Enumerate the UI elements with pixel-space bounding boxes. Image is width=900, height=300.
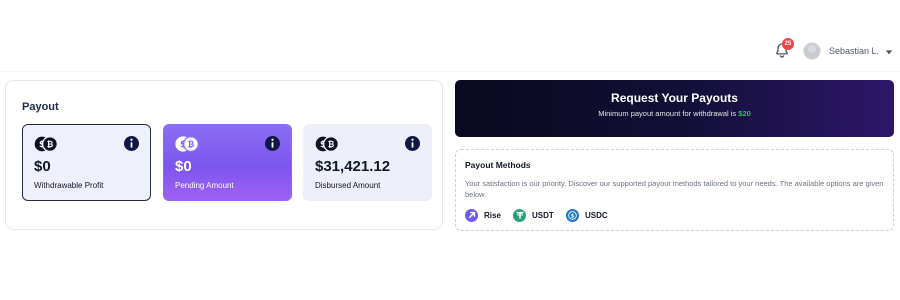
pending-amount: $0 — [175, 158, 192, 175]
disbursed-amount-card[interactable]: $ ₿ $31,421.12 Disbursed Amount — [303, 124, 432, 201]
coins-icon: $ ₿ — [315, 136, 339, 152]
disbursed-amount: $31,421.12 — [315, 158, 391, 175]
info-icon[interactable] — [265, 136, 280, 151]
usdc-icon: $ — [566, 208, 579, 222]
svg-text:₿: ₿ — [47, 140, 54, 149]
payout-method-usdc[interactable]: $ USDC — [566, 208, 608, 222]
payout-method-rise[interactable]: Rise — [465, 208, 501, 222]
info-icon[interactable] — [405, 136, 420, 151]
withdrawable-amount: $0 — [34, 158, 51, 175]
info-icon[interactable] — [124, 136, 139, 151]
payout-method-label: USDC — [585, 210, 608, 220]
svg-text:$: $ — [571, 213, 575, 219]
minimum-payout-text: Minimum payout amount for withdrawal is — [598, 109, 737, 118]
payout-methods-title: Payout Methods — [465, 160, 531, 170]
notification-badge: 25 — [782, 38, 794, 50]
payout-panel: Payout $ ₿ $0 Withdrawable Profit $ ₿ $0… — [5, 80, 443, 230]
payout-methods-description: Your satisfaction is our priority. Disco… — [465, 179, 884, 200]
payout-method-label: USDT — [532, 210, 554, 220]
top-header: 25 Sebastian L. — [0, 0, 900, 72]
pending-label: Pending Amount — [175, 181, 234, 190]
usdt-icon — [513, 208, 526, 222]
payout-method-usdt[interactable]: USDT — [513, 208, 554, 222]
svg-text:₿: ₿ — [328, 140, 335, 149]
svg-text:₿: ₿ — [188, 140, 195, 149]
payouts-page: 25 Sebastian L. Payout $ ₿ $0 Withdrawab… — [0, 0, 900, 300]
pending-amount-card[interactable]: $ ₿ $0 Pending Amount — [163, 124, 292, 201]
minimum-payout-amount: $20 — [738, 109, 751, 118]
coins-icon: $ ₿ — [175, 136, 199, 152]
withdrawable-profit-card[interactable]: $ ₿ $0 Withdrawable Profit — [22, 124, 151, 201]
payout-method-label: Rise — [484, 210, 501, 220]
rise-icon — [465, 208, 478, 222]
disbursed-label: Disbursed Amount — [315, 181, 381, 190]
user-name[interactable]: Sebastian L. — [829, 46, 879, 56]
request-payouts-banner: Request Your Payouts Minimum payout amou… — [455, 80, 894, 137]
payout-methods-panel: Payout Methods Your satisfaction is our … — [455, 149, 894, 231]
avatar[interactable] — [803, 42, 821, 60]
payout-title: Payout — [22, 101, 59, 113]
request-payouts-subtitle: Minimum payout amount for withdrawal is … — [455, 109, 894, 118]
request-payouts-title: Request Your Payouts — [611, 91, 738, 105]
chevron-down-icon[interactable] — [885, 48, 893, 56]
coins-icon: $ ₿ — [34, 136, 58, 152]
withdrawable-label: Withdrawable Profit — [34, 181, 104, 190]
